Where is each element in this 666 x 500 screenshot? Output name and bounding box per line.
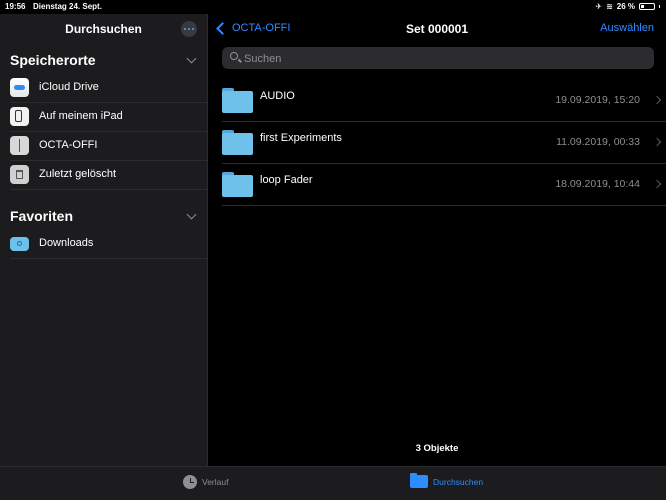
search-icon <box>230 52 238 60</box>
file-date: 19.09.2019, 15:20 <box>555 94 640 106</box>
trash-icon <box>10 165 29 184</box>
chevron-right-icon <box>652 95 662 105</box>
chevron-down-icon[interactable] <box>186 53 197 64</box>
select-button[interactable]: Auswählen <box>600 22 654 34</box>
tab-label: Verlauf <box>202 477 229 487</box>
battery-tip <box>659 5 660 8</box>
status-date: Dienstag 24. Sept. <box>33 2 102 11</box>
file-list: AUDIO 19.09.2019, 15:20 first Experiment… <box>222 80 666 206</box>
file-row-loop-fader[interactable]: loop Fader 18.09.2019, 10:44 <box>222 164 666 206</box>
icloud-icon <box>10 78 29 97</box>
section-title: Speicherorte <box>10 52 96 68</box>
tab-durchsuchen[interactable]: Durchsuchen <box>410 473 484 488</box>
folder-icon <box>410 473 428 488</box>
section-favoriten[interactable]: Favoriten <box>0 200 207 230</box>
status-indicators: ✈ ≋ 26 % <box>595 2 660 11</box>
main-content: OCTA-OFFI Set 000001 Auswählen AUDIO 19.… <box>208 14 666 466</box>
ipad-icon <box>10 107 29 126</box>
sidebar-item-octa-offi[interactable]: OCTA-OFFI <box>10 132 207 161</box>
sidebar-title: Durchsuchen <box>65 22 142 36</box>
page-title: Set 000001 <box>405 22 469 36</box>
item-count: 3 Objekte <box>415 443 459 454</box>
chevron-right-icon <box>652 179 662 189</box>
sidebar-item-downloads[interactable]: Downloads <box>10 230 207 259</box>
file-row-first-experiments[interactable]: first Experiments 11.09.2019, 00:33 <box>222 122 666 164</box>
sidebar-item-label: OCTA-OFFI <box>39 139 98 151</box>
file-name: loop Fader <box>260 174 313 186</box>
section-speicherorte[interactable]: Speicherorte <box>0 44 207 74</box>
file-name: first Experiments <box>260 132 342 144</box>
section-title: Favoriten <box>10 208 74 224</box>
wifi-icon: ≋ <box>606 2 613 11</box>
chevron-right-icon <box>652 137 662 147</box>
battery-icon <box>639 3 655 10</box>
airplane-icon: ✈ <box>595 2 603 11</box>
navigation-bar: OCTA-OFFI Set 000001 Auswählen <box>208 14 666 44</box>
file-date: 18.09.2019, 10:44 <box>555 178 640 190</box>
file-date: 11.09.2019, 00:33 <box>556 136 640 148</box>
battery-percent: 26 % <box>616 2 635 11</box>
file-name: AUDIO <box>260 90 295 102</box>
sidebar-item-icloud-drive[interactable]: iCloud Drive <box>10 74 207 103</box>
file-row-audio[interactable]: AUDIO 19.09.2019, 15:20 <box>222 80 666 122</box>
tab-bar: Verlauf Durchsuchen <box>0 466 666 500</box>
search-bar[interactable] <box>222 47 654 71</box>
status-time: 19:56 <box>5 2 26 11</box>
usb-icon <box>10 136 29 155</box>
folder-icon <box>222 88 253 113</box>
downloads-folder-icon <box>10 237 29 251</box>
sidebar-header: Durchsuchen <box>0 14 207 44</box>
status-bar: 19:56 Dienstag 24. Sept. ✈ ≋ 26 % <box>0 0 666 14</box>
chevron-down-icon[interactable] <box>186 209 197 220</box>
tab-label: Durchsuchen <box>433 476 484 487</box>
search-input[interactable] <box>242 47 646 71</box>
sidebar-item-recently-deleted[interactable]: Zuletzt gelöscht <box>10 161 207 190</box>
sidebar-item-label: iCloud Drive <box>39 81 99 93</box>
more-icon <box>184 28 186 30</box>
clock-icon <box>183 475 197 489</box>
sidebar-item-label: Auf meinem iPad <box>39 110 123 122</box>
folder-icon <box>222 172 253 197</box>
sidebar-item-label: Downloads <box>39 237 94 249</box>
sidebar: Durchsuchen Speicherorte iCloud Drive Au… <box>0 14 208 466</box>
sidebar-item-on-my-ipad[interactable]: Auf meinem iPad <box>10 103 207 132</box>
folder-icon <box>222 130 253 155</box>
more-options-button[interactable] <box>181 21 197 37</box>
sidebar-item-label: Zuletzt gelöscht <box>39 168 117 180</box>
tab-verlauf[interactable]: Verlauf <box>183 475 228 489</box>
